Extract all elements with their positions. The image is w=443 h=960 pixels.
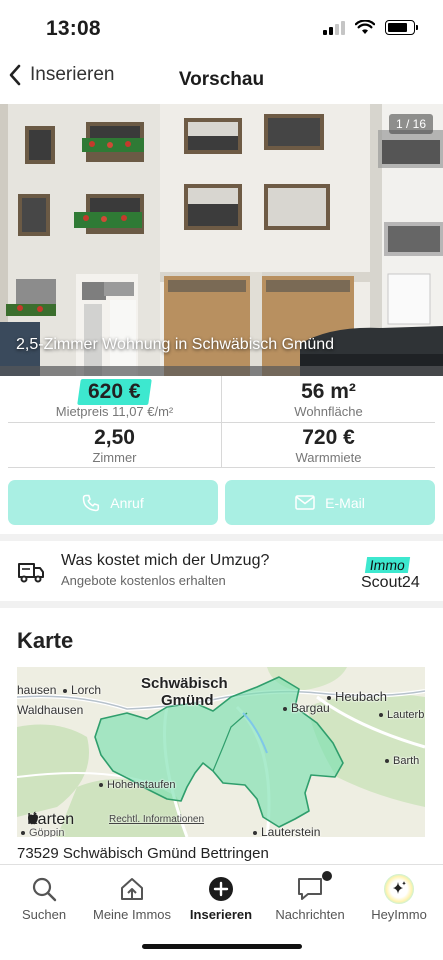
rooms-fact: 2,50 Zimmer [8, 422, 221, 468]
email-button[interactable]: E-Mail [225, 480, 435, 525]
immoscout24-logo: Immo Scout24 [361, 557, 420, 591]
truck-icon [18, 563, 44, 583]
listing-title: 2,5-Zimmer Wohnung in Schwäbisch Gmünd [16, 336, 335, 353]
maps-attribution: Karten [27, 811, 75, 828]
status-icons [323, 20, 418, 35]
search-icon [32, 877, 57, 902]
map-section-title: Karte [17, 628, 74, 653]
area-value: 56 m² [301, 380, 356, 403]
warm-rent-label: Warmmiete [295, 450, 362, 465]
warm-rent-value: 720 € [302, 426, 355, 449]
tab-label: Meine Immos [92, 907, 172, 922]
map-label-city: Schwäbisch [141, 675, 228, 692]
sparkle-icon [384, 874, 414, 904]
status-time: 13:08 [46, 17, 101, 40]
listing-address: 73529 Schwäbisch Gmünd Bettringen [17, 845, 269, 862]
rent-highlight: 620 € [77, 379, 152, 405]
map-label-city-2: Gmünd [161, 692, 214, 709]
call-label: Anruf [110, 494, 144, 511]
status-bar: 13:08 [0, 0, 443, 56]
map-label-lauterb: Lauterb [379, 709, 424, 721]
location-map[interactable]: hausen Lorch Waldhausen Schwäbisch Gmünd… [17, 667, 425, 837]
area-fact: 56 m² Wohnfläche [222, 376, 435, 422]
tab-heyimmo[interactable]: HeyImmo [355, 874, 443, 922]
photo-counter: 1 / 16 [388, 114, 433, 134]
map-label-barth: Barth [385, 755, 419, 767]
map-label-bargau: Bargau [283, 701, 330, 715]
unread-badge [322, 871, 332, 881]
rent-value: 620 € [88, 380, 141, 403]
mail-icon [295, 495, 315, 510]
navigation-bar: Inserieren Vorschau [0, 56, 443, 104]
tab-label: HeyImmo [371, 907, 427, 922]
divider [8, 467, 435, 468]
tab-label: Nachrichten [275, 907, 345, 922]
section-separator [0, 534, 443, 541]
moving-cost-banner[interactable]: Was kostet mich der Umzug? Angebote kost… [0, 541, 443, 601]
rooms-label: Zimmer [92, 450, 137, 465]
map-label-heubach: Heubach [327, 689, 387, 704]
chat-icon [298, 878, 322, 900]
tab-suchen[interactable]: Suchen [0, 875, 88, 922]
call-button[interactable]: Anruf [8, 480, 218, 525]
warm-rent-fact: 720 € Warmmiete [222, 422, 435, 468]
legal-info-link[interactable]: Rechtl. Informationen [109, 814, 204, 825]
house-icon [121, 878, 143, 900]
tab-inserieren[interactable]: Inserieren [177, 875, 265, 922]
plus-circle-icon [209, 877, 233, 901]
tab-meine-immos[interactable]: Meine Immos [88, 875, 176, 922]
map-label-hohenstaufen: Hohenstaufen [99, 779, 176, 791]
wifi-icon [355, 20, 375, 34]
page-title: Vorschau [178, 69, 265, 90]
listing-photo[interactable]: 1 / 16 2,5-Zimmer Wohnung in Schwäbisch … [0, 104, 443, 376]
rooms-value: 2,50 [94, 426, 135, 449]
divider [8, 422, 435, 423]
tab-label: Suchen [21, 907, 67, 922]
battery-icon [385, 20, 418, 35]
apple-logo-icon [28, 811, 38, 825]
email-label: E-Mail [325, 494, 365, 511]
map-label-lorch: Lorch [63, 683, 101, 697]
tab-label: Inserieren [189, 907, 253, 922]
map-label-waldhausen: Waldhausen [17, 703, 84, 717]
tab-nachrichten[interactable]: Nachrichten [266, 871, 354, 922]
phone-icon [83, 494, 100, 511]
signal-icon [323, 20, 345, 35]
rent-fact: 620 € Mietpreis 11,07 €/m² [8, 376, 221, 422]
section-separator [0, 601, 443, 608]
moving-title: Was kostet mich der Umzug? [61, 552, 270, 569]
rent-label: Mietpreis 11,07 €/m² [55, 404, 174, 419]
area-label: Wohnfläche [294, 404, 363, 419]
home-indicator [142, 944, 302, 949]
moving-subtitle: Angebote kostenlos erhalten [61, 573, 226, 588]
key-facts: 620 € Mietpreis 11,07 €/m² 56 m² Wohnflä… [8, 376, 435, 468]
map-label-hausen: hausen [17, 683, 57, 697]
map-label-lauterstein: Lauterstein [253, 825, 320, 837]
